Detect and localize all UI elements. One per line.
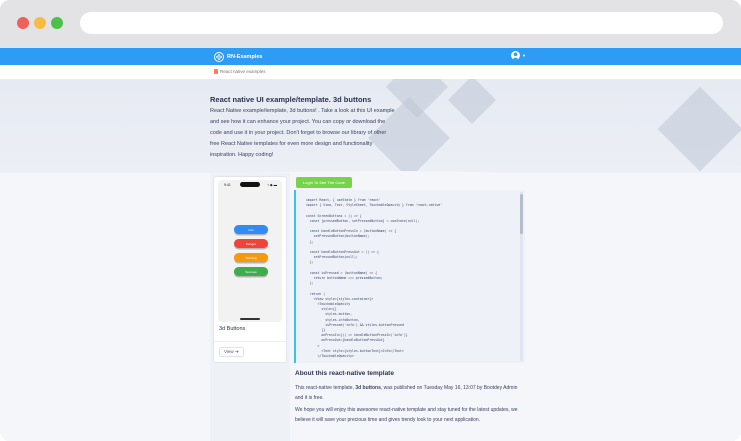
- close-window-button[interactable]: [17, 17, 29, 29]
- phone-time: 9:41: [224, 183, 231, 187]
- address-bar[interactable]: [80, 12, 723, 34]
- card-divider: [214, 341, 286, 342]
- brand-link[interactable]: RN-Examples: [214, 51, 262, 62]
- browser-window: RN-Examples ▼ React native examples Reac…: [0, 0, 741, 441]
- breadcrumb[interactable]: React native examples: [214, 69, 266, 74]
- template-name: 3d buttons: [355, 385, 381, 391]
- rn-logo-icon: [214, 51, 224, 62]
- code-lines: import React, { useState } from 'react' i…: [306, 198, 442, 363]
- user-avatar-icon: [511, 51, 520, 60]
- book-icon: [214, 69, 218, 74]
- preview-success-button[interactable]: Success: [234, 267, 268, 276]
- breadcrumb-bar: React native examples: [0, 65, 741, 80]
- phone-status-icons: ▪ ◆ ▬: [267, 183, 277, 187]
- code-block[interactable]: import React, { useState } from 'react' i…: [294, 190, 525, 363]
- phone-preview: 9:41 ▪ ◆ ▬ Info Danger Warning Success: [218, 180, 282, 322]
- preview-danger-button[interactable]: Danger: [234, 239, 268, 248]
- page-description: React Native example/template, 3d button…: [210, 108, 395, 158]
- preview-warning-button[interactable]: Warning: [234, 253, 268, 262]
- about-title: About this react-native template: [295, 370, 394, 377]
- about-paragraph-1: This react-native template, 3d buttons, …: [295, 383, 525, 403]
- user-menu[interactable]: ▼: [511, 51, 526, 60]
- brand-name: RN-Examples: [227, 53, 263, 60]
- decor-diamond: [447, 79, 497, 125]
- code-scrollbar-thumb[interactable]: [520, 194, 523, 234]
- preview-card: 9:41 ▪ ◆ ▬ Info Danger Warning Success 3d B…: [213, 176, 287, 363]
- home-indicator: [240, 318, 260, 320]
- code-line: import { View, Text, StyleSheet, Touchab…: [306, 203, 443, 208]
- view-button[interactable]: View ➔: [219, 347, 244, 357]
- browser-chrome: [0, 0, 741, 48]
- breadcrumb-label: React native examples: [220, 69, 266, 74]
- chevron-down-icon: ▼: [522, 53, 526, 58]
- view-label: View: [224, 349, 234, 354]
- preview-info-button[interactable]: Info: [234, 225, 268, 234]
- minimize-window-button[interactable]: [34, 17, 46, 29]
- login-to-see-code-button[interactable]: Login To See The Code: [296, 177, 352, 188]
- top-navbar: RN-Examples ▼: [0, 48, 741, 65]
- page-title: React native UI example/template. 3d but…: [210, 95, 372, 104]
- decor-diamond: [657, 86, 741, 172]
- preview-card-title: 3d Buttons: [219, 326, 246, 332]
- arrow-right-icon: ➔: [234, 349, 239, 354]
- dynamic-island: [240, 182, 260, 187]
- maximize-window-button[interactable]: [51, 17, 63, 29]
- about-p1-prefix: This react-native template,: [295, 385, 356, 391]
- about-paragraph-2: We hope you will enjoy this awesome reac…: [295, 407, 518, 423]
